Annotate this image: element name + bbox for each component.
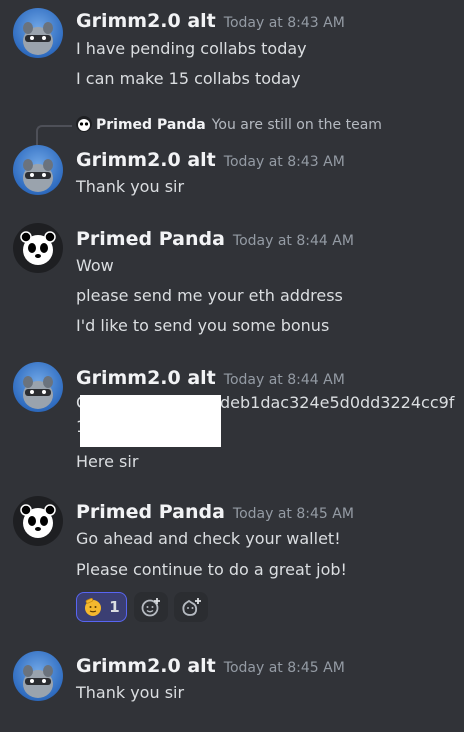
timestamp: Today at 8:44 AM [232, 233, 354, 249]
message-line: Please continue to do a great job! [76, 560, 347, 579]
message-line: Here sir [76, 452, 139, 471]
author-name[interactable]: Primed Panda Today at 8:44 AM [76, 228, 354, 250]
address-visible-text: deb1dac324e5d0dd3224cc9f [220, 393, 455, 412]
reaction-salute[interactable]: 1 [76, 592, 127, 622]
avatar-grimm[interactable] [13, 145, 63, 195]
add-reaction-button[interactable] [134, 592, 168, 622]
panda-avatar-icon [20, 231, 56, 265]
reply-text: You are still on the team [211, 117, 382, 133]
raccoon-avatar-icon [23, 22, 53, 55]
panda-avatar-icon [20, 504, 56, 538]
raccoon-avatar-icon [23, 665, 53, 698]
avatar-panda[interactable] [13, 496, 63, 546]
author-name[interactable]: Grimm2.0 alt Today at 8:45 AM [76, 655, 345, 677]
redaction-box [80, 395, 221, 447]
reply-spine [36, 125, 72, 145]
reply-author: Primed Panda [96, 117, 206, 133]
add-reaction-icon [141, 598, 160, 617]
message-line: Go ahead and check your wallet! [76, 529, 341, 548]
raccoon-avatar-icon [23, 376, 53, 409]
avatar-panda[interactable] [13, 223, 63, 273]
author-name[interactable]: Grimm2.0 alt Today at 8:44 AM [76, 367, 345, 389]
author-name[interactable]: Primed Panda Today at 8:45 AM [76, 501, 354, 523]
avatar-grimm[interactable] [13, 362, 63, 412]
timestamp: Today at 8:43 AM [223, 154, 345, 170]
timestamp: Today at 8:43 AM [223, 15, 345, 31]
add-super-reaction-button[interactable] [174, 592, 208, 622]
salute-emoji-icon [85, 598, 102, 616]
message-line: Thank you sir [76, 177, 185, 196]
author-name[interactable]: Grimm2.0 alt Today at 8:43 AM [76, 10, 345, 32]
message-line: Wow [76, 256, 114, 275]
reply-avatar-panda-icon [76, 116, 92, 132]
timestamp: Today at 8:44 AM [223, 372, 345, 388]
avatar-grimm[interactable] [13, 8, 63, 58]
message-line: Thank you sir [76, 683, 185, 702]
avatar-grimm[interactable] [13, 651, 63, 701]
author-name[interactable]: Grimm2.0 alt Today at 8:43 AM [76, 149, 345, 171]
message-line: please send me your eth address [76, 286, 343, 305]
timestamp: Today at 8:45 AM [223, 660, 345, 676]
message-line: I have pending collabs today [76, 39, 307, 58]
reaction-count: 1 [109, 598, 120, 616]
message-line: I'd like to send you some bonus [76, 316, 330, 335]
add-super-reaction-icon [182, 598, 201, 616]
raccoon-avatar-icon [23, 159, 53, 192]
reply-preview[interactable]: Primed Panda You are still on the team [76, 116, 382, 133]
message-line: I can make 15 collabs today [76, 69, 301, 88]
timestamp: Today at 8:45 AM [232, 506, 354, 522]
